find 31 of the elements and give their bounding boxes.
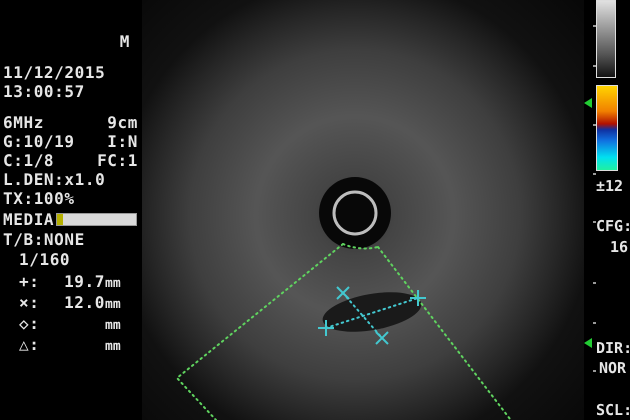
mode-indicator: M <box>120 32 130 51</box>
setting-value: FC:1 <box>97 151 138 170</box>
setting-value: TX:100% <box>3 189 75 208</box>
probe-drawing <box>319 177 391 249</box>
setting-value: C:1/8 <box>3 151 54 170</box>
measurement-value: 19.7 <box>64 272 105 291</box>
setting-value: 9cm <box>107 113 138 132</box>
media-label: MEDIA <box>3 210 54 228</box>
measurement-symbol: +: <box>19 271 40 292</box>
cfg-value: 16 <box>610 238 628 256</box>
measurement-unit: mm <box>105 338 122 356</box>
measurement-unit: mm <box>105 275 122 293</box>
scale-range: ±12 <box>595 177 624 195</box>
setting-value: I:N <box>107 132 138 151</box>
measurement-unit: mm <box>105 296 122 314</box>
scl-label: SCL: <box>596 401 630 419</box>
measurement-symbol: ◇: <box>19 313 40 334</box>
cfg-label: CFG: <box>596 217 630 235</box>
frame-counter: 1/160 <box>19 250 70 269</box>
setting-value: L.DEN:x1.0 <box>3 170 106 189</box>
tb-setting: T/B:NONE <box>3 230 85 249</box>
exam-time: 13:00:57 <box>3 82 85 101</box>
measurement-symbol: △: <box>19 334 40 355</box>
setting-value: 6MHz <box>3 113 44 132</box>
measurement-value: 12.0 <box>64 293 105 312</box>
dir-label: DIR: <box>596 339 630 357</box>
setting-value: G:10/19 <box>3 132 75 151</box>
measurement-symbol: ×: <box>19 292 40 313</box>
exam-date: 11/12/2015 <box>3 63 106 82</box>
dir-value: NOR <box>599 359 626 377</box>
measurement-unit: mm <box>105 317 122 335</box>
